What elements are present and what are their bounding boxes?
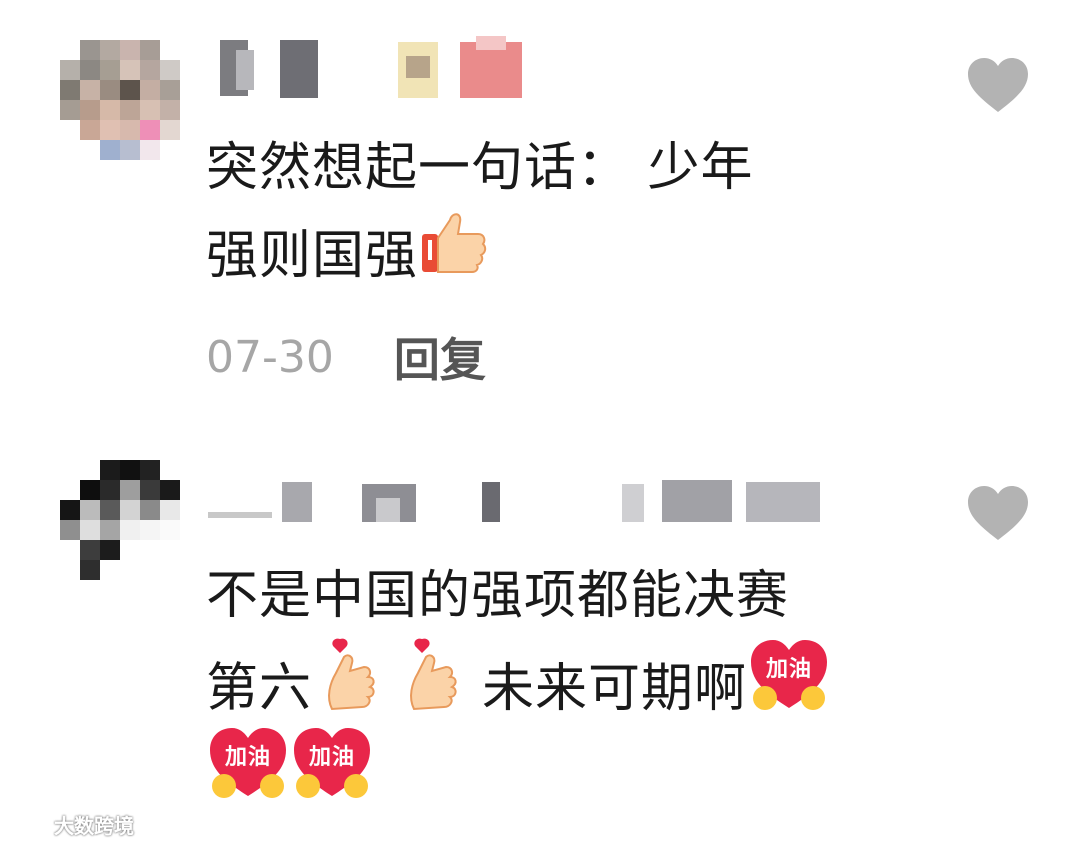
watermark-text: 大数跨境 — [54, 813, 134, 838]
watermark: 大数跨境 — [10, 810, 134, 838]
sticker-text: 加油 — [308, 745, 355, 770]
sticker-text: 加油 — [224, 745, 271, 770]
thumbs-up-icon — [418, 210, 488, 301]
sticker-text: 加油 — [765, 657, 812, 682]
like-heart-icon[interactable] — [966, 56, 1030, 114]
comment-line: 不是中国的强项都能决赛 — [206, 566, 790, 626]
finger-heart-icon — [320, 637, 386, 738]
username[interactable] — [206, 478, 826, 540]
comment-line: 未来可期啊 — [482, 658, 748, 719]
avatar[interactable] — [60, 460, 180, 580]
jiayou-sticker-icon: 加油 — [290, 724, 374, 827]
comment-meta: 07-30 回复 — [206, 322, 486, 392]
comment-item: 突然想起一句话： 少年 强则国强 07-30 回复 — [0, 0, 1080, 420]
comment-text: 突然想起一句话： 少年 强则国强 — [206, 124, 926, 300]
finger-heart-icon — [402, 637, 468, 738]
comment-date: 07-30 — [206, 331, 334, 383]
jiayou-sticker-icon: 加油 — [206, 724, 290, 827]
watermark-logo-icon — [12, 816, 50, 832]
like-heart-icon[interactable] — [966, 484, 1030, 542]
comment-text: 不是中国的强项都能决赛 第六 未来可期啊 加油 加油 加油 — [206, 552, 926, 816]
reply-button[interactable]: 回复 — [394, 324, 486, 390]
username[interactable] — [206, 36, 526, 98]
comment-item: 不是中国的强项都能决赛 第六 未来可期啊 加油 加油 加油 — [0, 440, 1080, 843]
comment-line: 第六 — [206, 658, 313, 719]
jiayou-sticker-icon: 加油 — [747, 636, 831, 739]
avatar[interactable] — [60, 40, 180, 160]
comment-line: 突然想起一句话： 少年 — [206, 138, 754, 198]
comment-line: 强则国强 — [206, 226, 419, 286]
